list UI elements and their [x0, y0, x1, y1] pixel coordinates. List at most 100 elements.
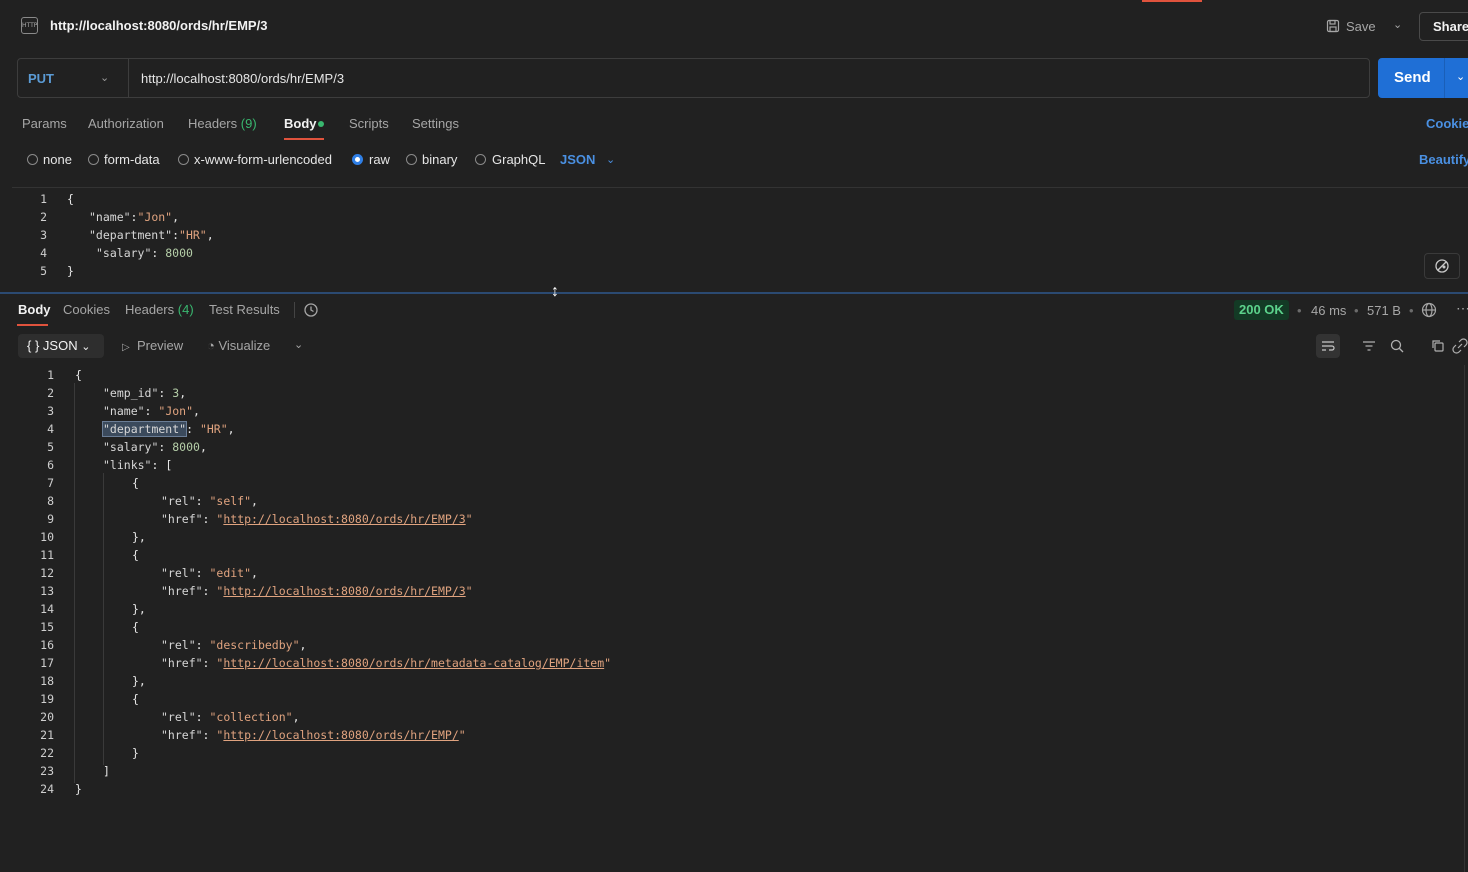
radio-form-data-label[interactable]: form-data	[104, 152, 160, 167]
line-number: 16	[40, 638, 54, 652]
radio-urlencoded-label[interactable]: x-www-form-urlencoded	[194, 152, 332, 167]
json-colon: :	[202, 728, 217, 742]
json-link[interactable]: http://localhost:8080/ords/hr/EMP/	[223, 728, 458, 742]
json-value: "Jon"	[137, 210, 173, 224]
tab-params[interactable]: Params	[22, 116, 67, 131]
save-options-chevron-down-icon[interactable]: ⌄	[1393, 18, 1402, 31]
magic-icon[interactable]	[1424, 253, 1460, 279]
line-number: 12	[40, 566, 54, 580]
json-key: "rel"	[161, 638, 196, 652]
visualize-chevron-down-icon[interactable]: ⌄	[294, 338, 303, 351]
json-link[interactable]: http://localhost:8080/ords/hr/EMP/3	[223, 584, 465, 598]
radio-raw-label[interactable]: raw	[369, 152, 390, 167]
json-key: "rel"	[161, 710, 196, 724]
more-icon[interactable]: ⋯	[1456, 300, 1468, 317]
json-colon: :	[195, 494, 210, 508]
code-line: {	[132, 476, 139, 490]
status-badge[interactable]: 200 OK	[1234, 300, 1289, 320]
json-link[interactable]: http://localhost:8080/ords/hr/EMP/3	[223, 512, 465, 526]
radio-none-label[interactable]: none	[43, 152, 72, 167]
line-number: 17	[40, 656, 54, 670]
code-line: "href": "http://localhost:8080/ords/hr/m…	[161, 656, 611, 670]
tab-authorization[interactable]: Authorization	[88, 116, 164, 131]
line-number: 6	[47, 458, 54, 472]
response-size[interactable]: 571 B	[1367, 303, 1401, 318]
quote: "	[465, 584, 473, 598]
json-tail: ,	[193, 404, 200, 418]
send-split-divider	[1444, 58, 1445, 98]
history-icon[interactable]	[303, 302, 319, 321]
json-link[interactable]: http://localhost:8080/ords/hr/metadata-c…	[223, 656, 604, 670]
json-key: "href"	[161, 512, 203, 526]
active-tab-indicator	[1142, 0, 1202, 2]
radio-urlencoded[interactable]	[178, 154, 189, 165]
send-label[interactable]: Send	[1394, 69, 1431, 86]
wrap-icon[interactable]	[1316, 334, 1340, 358]
line-number: 19	[40, 692, 54, 706]
response-tab-headers[interactable]: Headers (4)	[125, 302, 194, 317]
line-number: 8	[47, 494, 54, 508]
method-select[interactable]: PUT	[28, 71, 54, 86]
globe-icon[interactable]	[1421, 302, 1437, 321]
json-sep: :	[151, 246, 166, 260]
headers-count: (9)	[240, 116, 257, 131]
method-chevron-down-icon[interactable]: ⌄	[100, 71, 109, 84]
body-modified-dot	[318, 121, 324, 127]
response-scrollbar[interactable]	[1464, 365, 1465, 872]
search-icon[interactable]	[1385, 334, 1409, 358]
response-tab-cookies[interactable]: Cookies	[63, 302, 110, 317]
copy-icon[interactable]	[1426, 334, 1450, 358]
response-time[interactable]: 46 ms	[1311, 303, 1346, 318]
filter-icon[interactable]	[1357, 334, 1381, 358]
tab-headers[interactable]: Headers (9)	[188, 116, 257, 131]
tab-settings[interactable]: Settings	[412, 116, 459, 131]
code-line: "href": "http://localhost:8080/ords/hr/E…	[161, 584, 473, 598]
preview-button[interactable]: ▷ Preview	[122, 338, 183, 353]
radio-none[interactable]	[27, 154, 38, 165]
visualize-button[interactable]: ◔ Visualize	[207, 338, 270, 353]
cookies-link[interactable]: Cookie	[1426, 116, 1468, 131]
tab-body[interactable]: Body	[284, 116, 317, 131]
beautify-button[interactable]: Beautify	[1419, 152, 1468, 167]
radio-form-data[interactable]	[88, 154, 99, 165]
line-number: 10	[40, 530, 54, 544]
json-value: [	[165, 458, 173, 472]
body-format-chevron-down-icon[interactable]: ⌄	[606, 153, 615, 166]
body-format-select[interactable]: JSON	[560, 152, 595, 167]
response-tab-test-results[interactable]: Test Results	[209, 302, 280, 317]
response-tab-body[interactable]: Body	[18, 302, 51, 317]
code-line: "department": "HR",	[101, 421, 235, 437]
json-tail: ,	[251, 566, 258, 580]
json-key: "name"	[103, 404, 145, 418]
radio-graphql-label[interactable]: GraphQL	[492, 152, 545, 167]
code-line: }	[75, 782, 82, 796]
pane-splitter[interactable]	[0, 292, 1468, 294]
radio-binary[interactable]	[406, 154, 417, 165]
json-key: "department"	[89, 228, 173, 242]
quote: "	[458, 728, 466, 742]
line-number: 4	[40, 246, 47, 260]
link-icon[interactable]	[1452, 334, 1468, 358]
tab-scripts[interactable]: Scripts	[349, 116, 389, 131]
send-options-chevron-down-icon[interactable]: ⌄	[1456, 70, 1465, 83]
line-number: 3	[47, 404, 54, 418]
request-title[interactable]: http://localhost:8080/ords/hr/EMP/3	[50, 18, 267, 33]
code-line: "rel": "self",	[161, 494, 258, 508]
radio-binary-label[interactable]: binary	[422, 152, 457, 167]
json-value: "edit"	[209, 566, 252, 580]
json-key: "href"	[161, 584, 203, 598]
save-button[interactable]: Save	[1326, 14, 1376, 38]
url-input[interactable]: http://localhost:8080/ords/hr/EMP/3	[141, 71, 344, 86]
save-label: Save	[1346, 18, 1376, 34]
response-body-viewer[interactable]: 1 {2 "emp_id": 3, 3 "name": "Jon", 4 "departme…	[0, 366, 1460, 806]
response-format-label[interactable]: { } JSON ⌄	[27, 338, 90, 353]
request-body-editor[interactable]: 1 { 2 "name":"Jon", 3 "department":"HR",…	[0, 188, 1468, 288]
quote: "	[465, 512, 473, 526]
line-number: 3	[40, 228, 47, 242]
line-number: 11	[40, 548, 54, 562]
share-button[interactable]: Share	[1419, 12, 1468, 41]
radio-graphql[interactable]	[475, 154, 486, 165]
radio-raw[interactable]	[352, 154, 363, 165]
code-line: "name": "Jon",	[103, 404, 200, 418]
code-line: {	[132, 620, 139, 634]
